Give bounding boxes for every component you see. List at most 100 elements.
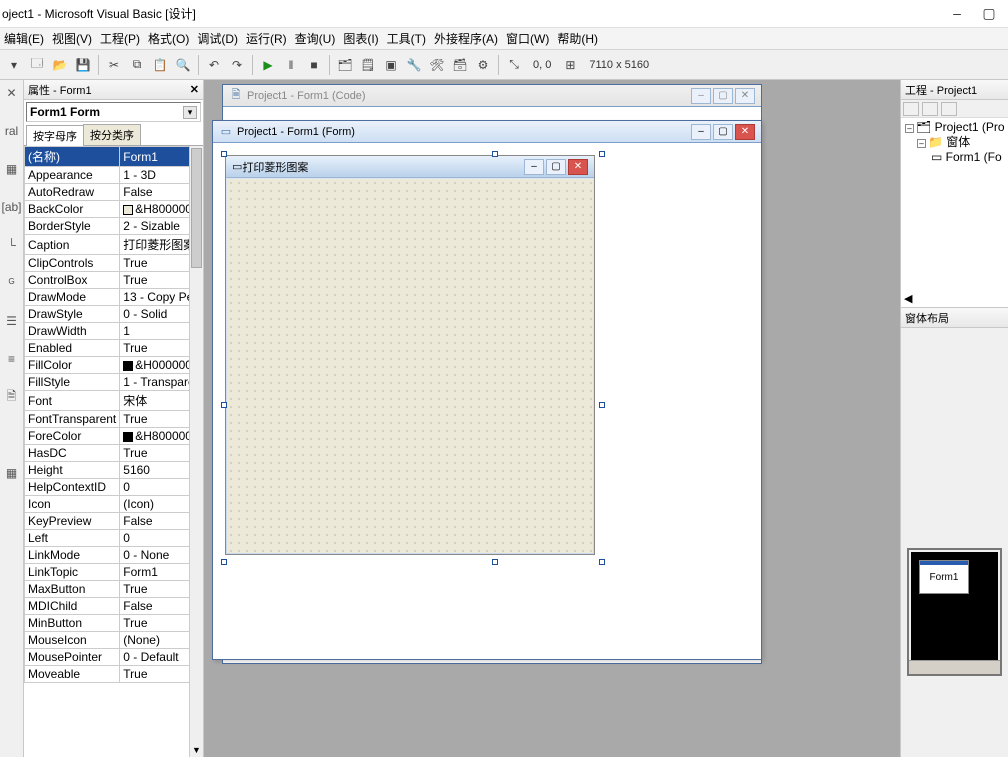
resize-handle[interactable] [221, 151, 227, 157]
menu-format[interactable]: 格式(O) [148, 30, 189, 47]
property-row[interactable]: ForeColor&H80000012& [25, 428, 204, 445]
property-row[interactable]: MousePointer0 - Default [25, 649, 204, 666]
tb-formlayout-icon[interactable]: ▣ [381, 55, 401, 75]
property-row[interactable]: AutoRedrawFalse [25, 184, 204, 201]
strip-close-icon[interactable]: ✕ [3, 84, 21, 102]
minimize-icon[interactable]: – [691, 88, 711, 104]
properties-close-icon[interactable]: ✕ [190, 83, 199, 96]
property-row[interactable]: MDIChildFalse [25, 598, 204, 615]
property-row[interactable]: HelpContextID0 [25, 479, 204, 496]
property-row[interactable]: Caption打印菱形图案 [25, 235, 204, 255]
strip-general-label[interactable]: ral [3, 122, 21, 140]
strip-picturebox-icon[interactable]: ▦ [3, 160, 21, 178]
toggle-folders-icon[interactable] [941, 102, 957, 116]
menu-window[interactable]: 窗口(W) [506, 30, 549, 47]
form-window-titlebar[interactable]: ▭ Project1 - Form1 (Form) – ▢ ✕ [213, 121, 761, 143]
scroll-thumb[interactable] [191, 148, 202, 268]
menu-project[interactable]: 工程(P) [100, 30, 140, 47]
strip-drive-icon[interactable]: 🗎 [3, 388, 21, 406]
property-row[interactable]: ClipControlsTrue [25, 255, 204, 272]
view-code-icon[interactable] [903, 102, 919, 116]
tb-pause-icon[interactable]: ‖ [281, 55, 301, 75]
maximize-icon[interactable]: ▢ [980, 5, 998, 22]
strip-hscroll-icon[interactable]: ≡ [3, 350, 21, 368]
resize-handle[interactable] [221, 402, 227, 408]
layout-form-preview[interactable]: Form1 [919, 560, 969, 594]
tb-cut-icon[interactable]: ✂ [104, 55, 124, 75]
property-row[interactable]: Left0 [25, 530, 204, 547]
property-row[interactable]: FillStyle1 - Transparent [25, 374, 204, 391]
tree-item-form1[interactable]: ▭ Form1 (Fo [903, 150, 1006, 165]
tb-properties-icon[interactable]: 🗒 [358, 55, 378, 75]
property-row[interactable]: LinkMode0 - None [25, 547, 204, 564]
properties-object-selector[interactable]: Form1 Form ▾ [26, 102, 201, 122]
menu-addins[interactable]: 外接程序(A) [434, 30, 498, 47]
property-row[interactable]: KeyPreviewFalse [25, 513, 204, 530]
strip-listbox-icon[interactable]: ☰ [3, 312, 21, 330]
tree-root[interactable]: –🗂 Project1 (Pro [903, 120, 1006, 135]
close-icon[interactable]: ✕ [735, 124, 755, 140]
tb-run-icon[interactable]: ▶ [258, 55, 278, 75]
design-form[interactable]: ▭ 打印菱形图案 – ▢ ✕ [225, 155, 595, 555]
tb-paste-icon[interactable]: 📋 [150, 55, 170, 75]
property-row[interactable]: DrawWidth1 [25, 323, 204, 340]
property-row[interactable]: MouseIcon(None) [25, 632, 204, 649]
view-object-icon[interactable] [922, 102, 938, 116]
property-row[interactable]: ControlBoxTrue [25, 272, 204, 289]
tb-undo-icon[interactable]: ↶ [204, 55, 224, 75]
menu-query[interactable]: 查询(U) [295, 30, 336, 47]
tb-dropdown-icon[interactable]: ▾ [4, 55, 24, 75]
property-row[interactable]: MinButtonTrue [25, 615, 204, 632]
close-icon[interactable]: ✕ [568, 159, 588, 175]
back-icon[interactable]: ◀ [904, 292, 912, 305]
close-icon[interactable]: ✕ [735, 88, 755, 104]
strip-file-icon[interactable] [3, 426, 21, 444]
tb-redo-icon[interactable]: ↷ [227, 55, 247, 75]
tb-stop-icon[interactable]: ■ [304, 55, 324, 75]
resize-handle[interactable] [492, 559, 498, 565]
property-row[interactable]: Icon(Icon) [25, 496, 204, 513]
tb-copy-icon[interactable]: ⧉ [127, 55, 147, 75]
property-row[interactable]: DrawMode13 - Copy Pen [25, 289, 204, 306]
menu-debug[interactable]: 调试(D) [197, 30, 238, 47]
dropdown-icon[interactable]: ▾ [183, 106, 197, 119]
property-row[interactable]: FontTransparentTrue [25, 411, 204, 428]
property-row[interactable]: Appearance1 - 3D [25, 167, 204, 184]
maximize-icon[interactable]: ▢ [713, 124, 733, 140]
resize-handle[interactable] [599, 151, 605, 157]
menu-view[interactable]: 视图(V) [52, 30, 92, 47]
minimize-icon[interactable]: – [948, 5, 966, 22]
tb-toolbox-icon[interactable]: 🛠 [427, 55, 447, 75]
form-designer-window[interactable]: ▭ Project1 - Form1 (Form) – ▢ ✕ ▭ 打印菱形图案 [212, 120, 762, 660]
property-row[interactable]: LinkTopicForm1 [25, 564, 204, 581]
strip-option-icon[interactable]: ᴳ [3, 274, 21, 292]
menu-tools[interactable]: 工具(T) [387, 30, 426, 47]
maximize-icon[interactable]: ▢ [546, 159, 566, 175]
tb-find-icon[interactable]: 🔍 [173, 55, 193, 75]
strip-label-icon[interactable]: [ab] [3, 198, 21, 216]
project-explorer-tree[interactable]: –🗂 Project1 (Pro –📁 窗体 ▭ Form1 (Fo ◀ [901, 118, 1008, 308]
resize-handle[interactable] [599, 559, 605, 565]
tab-alphabetic[interactable]: 按字母序 [26, 125, 84, 146]
property-row[interactable]: Font宋体 [25, 391, 204, 411]
property-row[interactable]: DrawStyle0 - Solid [25, 306, 204, 323]
tree-folder[interactable]: –📁 窗体 [903, 135, 1006, 150]
resize-handle[interactable] [492, 151, 498, 157]
tb-componentmgr-icon[interactable]: ⚙ [473, 55, 493, 75]
tb-dataview-icon[interactable]: 🗃 [450, 55, 470, 75]
minimize-icon[interactable]: – [691, 124, 711, 140]
scroll-down-icon[interactable]: ▼ [190, 743, 203, 757]
tb-projectexplorer-icon[interactable]: 🗂 [335, 55, 355, 75]
code-window-titlebar[interactable]: 🗎 Project1 - Form1 (Code) – ▢ ✕ [223, 85, 761, 107]
property-row[interactable]: MaxButtonTrue [25, 581, 204, 598]
menu-chart[interactable]: 图表(I) [343, 30, 378, 47]
property-row[interactable]: BorderStyle2 - Sizable [25, 218, 204, 235]
strip-frame-icon[interactable]: └ [3, 236, 21, 254]
property-row[interactable]: MoveableTrue [25, 666, 204, 683]
form-layout-thumbnail[interactable]: Form1 [907, 548, 1002, 676]
properties-grid[interactable]: (名称)Form1Appearance1 - 3DAutoRedrawFalse… [24, 146, 203, 757]
menu-help[interactable]: 帮助(H) [557, 30, 598, 47]
menu-run[interactable]: 运行(R) [246, 30, 287, 47]
design-surface[interactable]: ▭ 打印菱形图案 – ▢ ✕ [217, 147, 757, 655]
minimize-icon[interactable]: – [524, 159, 544, 175]
